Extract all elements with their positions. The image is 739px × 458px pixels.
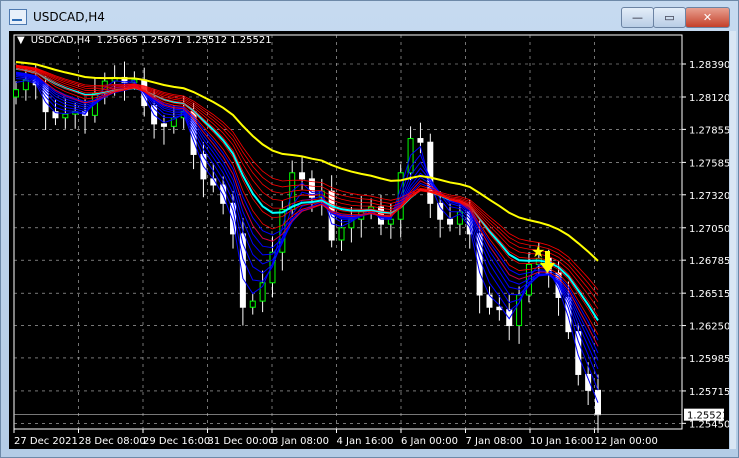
ema-red-line xyxy=(15,65,599,317)
candle-bullish xyxy=(62,113,69,119)
current-price-label: 1.25521 xyxy=(687,411,728,422)
chart-canvas[interactable]: 1.28390 1.28120 1.27855 1.27585 1.27320 1.270… xyxy=(9,31,730,449)
y-tick-label: 1.25985 xyxy=(689,354,729,365)
y-tick-label: 1.26515 xyxy=(689,289,729,300)
chart-window: USDCAD,H4 — ▭ ✕ 1.28390 1.28120 1.27855 1.2… xyxy=(0,0,739,458)
ema-red-line xyxy=(15,64,599,296)
x-tick-label: 6 Jan 00:00 xyxy=(401,436,458,447)
candle-bullish xyxy=(338,227,345,241)
chart-window-icon xyxy=(9,9,27,25)
y-tick-label: 1.27050 xyxy=(689,224,729,235)
y-tick-label: 1.27585 xyxy=(689,158,729,169)
x-tick-label: 4 Jan 16:00 xyxy=(337,436,394,447)
candle-bearish xyxy=(299,172,306,180)
y-tick-label: 1.27320 xyxy=(689,191,729,202)
candle-bearish xyxy=(575,331,582,375)
x-tick-label: 29 Dec 16:00 xyxy=(143,436,210,447)
close-button[interactable]: ✕ xyxy=(685,7,730,28)
signal-star-icon: ★ xyxy=(531,242,545,261)
x-tick-label: 3 Jan 08:00 xyxy=(272,436,329,447)
y-tick-label: 1.27855 xyxy=(689,125,729,136)
y-tick-label: 1.28120 xyxy=(689,93,729,104)
candle-bearish xyxy=(447,218,454,225)
candle-bearish xyxy=(427,141,434,204)
candle-bearish xyxy=(437,202,444,220)
x-tick-label: 31 Dec 00:00 xyxy=(208,436,275,447)
collapse-triangle-icon[interactable]: ▼ xyxy=(17,35,25,46)
y-tick-label: 1.25715 xyxy=(689,387,729,398)
x-tick-label: 28 Dec 08:00 xyxy=(79,436,146,447)
candle-bullish xyxy=(249,300,256,308)
ema-blue-line xyxy=(15,79,599,403)
x-tick-label: 27 Dec 2021 xyxy=(14,436,78,447)
ema-red-line xyxy=(15,66,599,326)
candle-bullish xyxy=(387,218,394,225)
chart-symbol: USDCAD,H4 xyxy=(30,35,91,46)
vertical-scrollbar[interactable] xyxy=(730,31,736,449)
y-tick-label: 1.26785 xyxy=(689,256,729,267)
y-tick-label: 1.28390 xyxy=(689,60,729,71)
maximize-button[interactable]: ▭ xyxy=(653,7,686,28)
x-tick-label: 10 Jan 16:00 xyxy=(530,436,593,447)
chart-ohlc: 1.25665 1.25671 1.25512 1.25521 xyxy=(96,35,272,46)
ema-cyan-line xyxy=(15,67,599,321)
ema-blue-line xyxy=(15,75,599,380)
candle-bearish xyxy=(160,123,167,127)
candle-bearish xyxy=(506,309,513,327)
x-tick-label: 7 Jan 08:00 xyxy=(466,436,523,447)
ema-blue-line xyxy=(15,71,599,341)
title-bar[interactable]: USDCAD,H4 xyxy=(9,7,105,27)
window-title: USDCAD,H4 xyxy=(33,10,105,24)
candle-bullish xyxy=(13,89,19,98)
price-chart[interactable]: 1.28390 1.28120 1.27855 1.27585 1.27320 1.270… xyxy=(9,31,730,449)
x-tick-label: 12 Jan 00:00 xyxy=(595,436,658,447)
y-tick-label: 1.26250 xyxy=(689,322,729,333)
chart-header: ▼ USDCAD,H4 1.25665 1.25671 1.25512 1.25… xyxy=(17,35,272,46)
minimize-button[interactable]: — xyxy=(621,7,654,28)
candle-bearish xyxy=(417,138,424,143)
